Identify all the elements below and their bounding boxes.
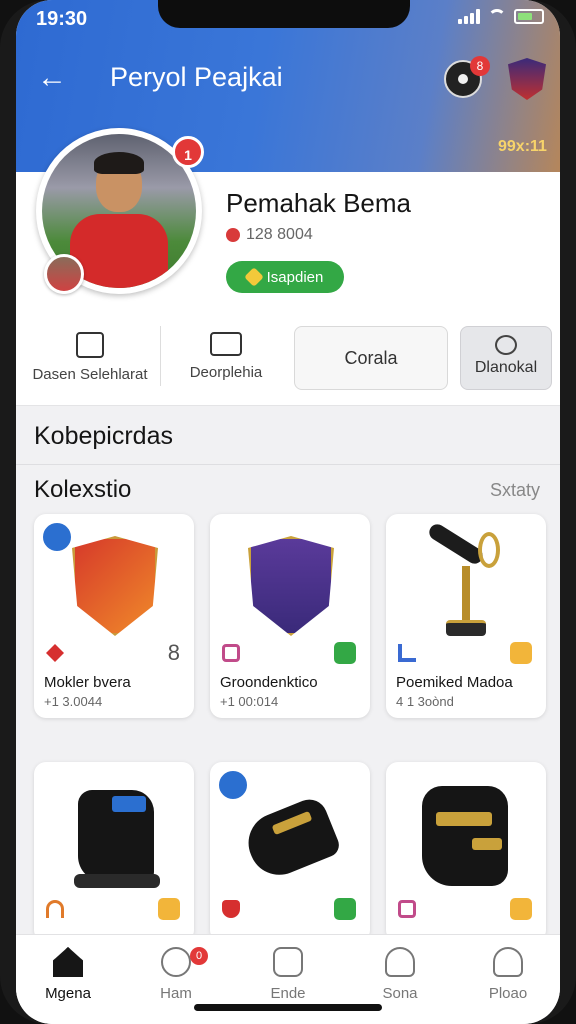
nav-badge: 0 — [190, 947, 208, 965]
chat-icon — [161, 947, 191, 977]
wifi-tag-icon — [46, 900, 64, 918]
team-crest-icon[interactable] — [508, 58, 546, 100]
tag-icon — [398, 644, 416, 662]
flower-icon — [495, 335, 517, 355]
item-name: Mokler bvera — [44, 674, 131, 691]
favorite-icon[interactable] — [510, 898, 532, 920]
battery-icon — [514, 8, 544, 24]
purple-crest-icon — [248, 536, 334, 636]
boot-label — [112, 796, 146, 812]
boot-sole — [74, 874, 160, 888]
nav-label: Sona — [382, 985, 418, 1002]
profile-meta: 128 8004 — [226, 226, 313, 244]
avatar-badge: 1 — [172, 136, 204, 168]
favorite-icon[interactable] — [510, 642, 532, 664]
home-icon — [53, 947, 83, 977]
trophy-stem — [462, 566, 470, 626]
item-sub: +1 3.0044 — [44, 694, 103, 709]
filled-button[interactable]: Dlanokal — [460, 326, 552, 390]
nav-label: Ende — [270, 985, 306, 1002]
page-title: Peryol Peajkai — [110, 62, 283, 92]
user-icon — [385, 947, 415, 977]
nav-label: Mgena — [45, 985, 91, 1002]
gold-band — [472, 838, 502, 850]
trophy-ring — [478, 532, 500, 568]
notification-badge: 8 — [470, 56, 490, 76]
red-crest-icon — [72, 536, 158, 636]
item-sub: +1 00:014 — [220, 694, 279, 709]
nav-label: Ham — [160, 985, 192, 1002]
edit-icon — [76, 332, 104, 358]
collection-card[interactable] — [386, 762, 546, 942]
item-sub: 4 1 3oònd — [396, 694, 454, 709]
nav-label: Ploao — [488, 985, 528, 1002]
share-icon[interactable] — [334, 898, 356, 920]
verified-icon — [243, 267, 264, 287]
status-icons — [458, 8, 544, 24]
home-indicator[interactable] — [194, 1004, 382, 1011]
gold-band — [436, 812, 492, 826]
nav-item-5[interactable]: Ploao — [458, 947, 558, 1002]
collection-card[interactable] — [210, 762, 370, 942]
section-title: Kobepicrdas — [34, 422, 173, 450]
sort-button[interactable]: Sxtaty — [490, 480, 540, 501]
tag-icon — [398, 900, 416, 918]
outline-button[interactable]: Corala — [294, 326, 448, 390]
profile-meta-text: 128 8004 — [246, 226, 313, 243]
collection-card[interactable]: Poemiked Madoa 4 1 3oònd — [386, 514, 546, 718]
verified-badge[interactable]: Isapdien — [226, 261, 344, 293]
mini-avatar[interactable] — [44, 254, 84, 294]
profile-name: Pemahak Bema — [226, 188, 411, 218]
filled-button-label: Dlanokal — [474, 359, 538, 376]
screen: 19:30 ← Peryol Peajkai 8 99x:11 1 Pemaha… — [16, 0, 560, 1024]
action-item-2[interactable]: Deorplehia — [156, 332, 296, 381]
nav-item-3[interactable]: Ende — [238, 947, 338, 1002]
card-icon — [273, 947, 303, 977]
phone-frame: 19:30 ← Peryol Peajkai 8 99x:11 1 Pemaha… — [0, 0, 576, 1024]
signal-icon — [458, 8, 480, 24]
action-bar: Dasen Selehlarat Deorplehia Corala Dlano… — [16, 320, 560, 406]
nav-item-2[interactable]: Ham — [126, 947, 226, 1002]
action-item-1-label: Dasen Selehlarat — [32, 366, 148, 383]
item-count: 8 — [167, 640, 180, 665]
action-item-1[interactable]: Dasen Selehlarat — [20, 332, 160, 383]
collection-card[interactable]: 8 Mokler bvera +1 3.0044 — [34, 514, 194, 718]
boot-icon — [422, 786, 508, 886]
nav-item-4[interactable]: Sona — [350, 947, 450, 1002]
profile-icon — [493, 947, 523, 977]
back-button[interactable]: ← — [34, 60, 70, 96]
status-time: 19:30 — [36, 8, 88, 30]
collection-card[interactable]: Groondenktico +1 00:014 — [210, 514, 370, 718]
trophy-base — [446, 620, 486, 636]
action-item-2-label: Deorplehia — [189, 364, 263, 381]
trophy-icon — [426, 521, 486, 567]
tag-icon — [46, 644, 64, 662]
category-badge-icon — [40, 520, 74, 554]
favorite-icon[interactable] — [158, 898, 180, 920]
item-name: Groondenktico — [220, 674, 318, 691]
divider — [16, 464, 560, 465]
shin-guard-icon — [239, 794, 343, 884]
tag-icon — [222, 644, 240, 662]
header-code: 99x:11 — [498, 138, 547, 155]
wifi-icon — [488, 9, 506, 23]
item-name: Poemiked Madoa — [396, 674, 513, 691]
meta-icon — [226, 228, 240, 242]
camera-notch — [158, 0, 410, 28]
collection-card[interactable] — [34, 762, 194, 942]
shield-tag-icon — [222, 900, 240, 918]
card-icon — [210, 332, 242, 356]
category-badge-icon — [216, 768, 250, 802]
nav-item-home[interactable]: Mgena — [18, 947, 118, 1002]
collection-title: Kolexstio — [34, 476, 132, 503]
share-icon[interactable] — [334, 642, 356, 664]
verified-label: Isapdien — [266, 268, 324, 286]
